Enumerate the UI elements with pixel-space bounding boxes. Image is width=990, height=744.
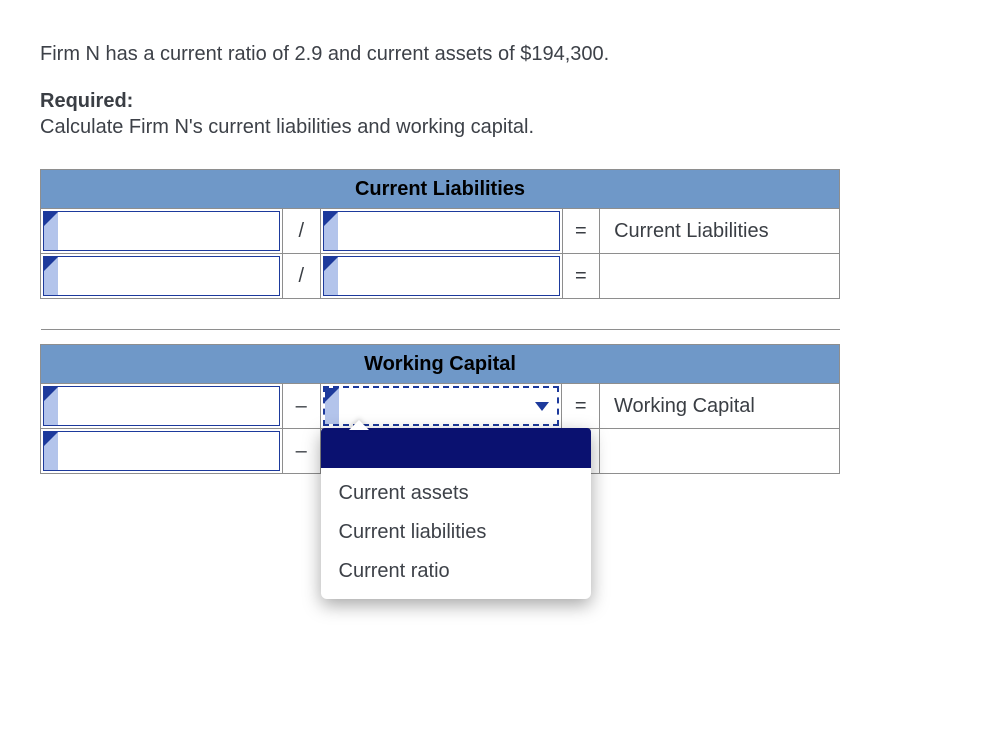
cl-row1-input1[interactable] [41, 209, 283, 254]
cl-result-label: Current Liabilities [600, 209, 840, 254]
required-text: Calculate Firm N's current liabilities a… [40, 113, 950, 141]
cl-header: Current Liabilities [41, 170, 840, 209]
equals-sign: = [562, 209, 600, 254]
dropdown-popup: Current assets Current liabilities Curre… [321, 428, 591, 599]
dropdown-option[interactable]: Current ratio [321, 552, 591, 591]
wc-row2-result[interactable] [600, 429, 840, 474]
dropdown-option[interactable]: Current liabilities [321, 513, 591, 552]
spacer-row [41, 299, 840, 330]
cl-row2-input1[interactable] [41, 254, 283, 299]
equals-sign: = [562, 384, 600, 429]
wc-header: Working Capital [41, 345, 840, 384]
wc-row2-input1[interactable] [41, 429, 283, 474]
answer-tables: Current Liabilities / = Current Liabilit… [40, 169, 950, 474]
dropdown-option[interactable]: Current assets [321, 474, 591, 513]
cl-row2-result[interactable] [600, 254, 840, 299]
divide-op: / [282, 209, 320, 254]
divide-op: / [282, 254, 320, 299]
required-label: Required: [40, 90, 950, 113]
working-capital-table: Working Capital – Current assets Current… [40, 344, 840, 474]
cl-row2-input2[interactable] [320, 254, 562, 299]
wc-row1-input2-dropdown[interactable]: Current assets Current liabilities Curre… [320, 384, 562, 429]
wc-row1-input1[interactable] [41, 384, 283, 429]
equals-sign: = [562, 254, 600, 299]
wc-result-label: Working Capital [600, 384, 840, 429]
cl-row1-input2[interactable] [320, 209, 562, 254]
current-liabilities-table: Current Liabilities / = Current Liabilit… [40, 169, 840, 330]
minus-op: – [282, 384, 320, 429]
question-text: Firm N has a current ratio of 2.9 and cu… [40, 40, 950, 68]
chevron-down-icon[interactable] [535, 402, 549, 411]
dropdown-selected-blank[interactable] [321, 428, 591, 468]
minus-op: – [282, 429, 320, 474]
